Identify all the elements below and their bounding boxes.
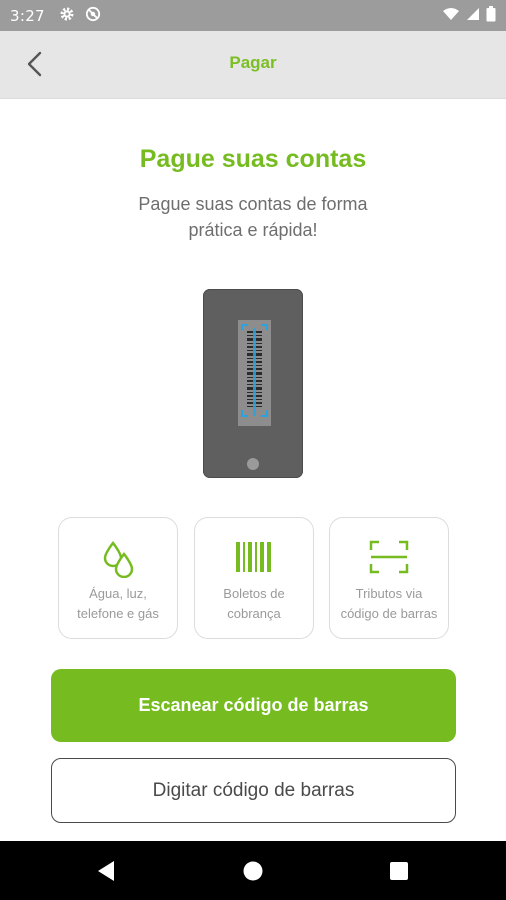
status-icons-left bbox=[59, 6, 101, 26]
scan-frame-icon bbox=[330, 540, 448, 578]
main-content: Pague suas contas Pague suas contas de f… bbox=[0, 99, 506, 841]
barcode-scan-graphic bbox=[241, 324, 268, 417]
bill-type-cards: Água, luz, telefone e gás Boletos de cob… bbox=[58, 517, 450, 641]
nav-back-icon[interactable] bbox=[93, 858, 119, 884]
barcode-icon bbox=[195, 540, 313, 578]
card-tributos[interactable]: Tributos via código de barras bbox=[329, 517, 449, 639]
card-utilities-label: Água, luz, telefone e gás bbox=[77, 586, 159, 621]
water-drops-icon bbox=[59, 540, 177, 578]
battery-icon bbox=[486, 5, 496, 26]
wifi-icon bbox=[442, 6, 460, 25]
nav-recents-icon[interactable] bbox=[386, 858, 412, 884]
status-icons-right bbox=[442, 5, 496, 26]
no-sim-icon bbox=[85, 6, 101, 26]
phone-home-button bbox=[247, 458, 259, 470]
card-boletos-label: Boletos de cobrança bbox=[223, 586, 285, 621]
status-bar: 3:27 bbox=[0, 0, 506, 31]
type-barcode-button[interactable]: Digitar código de barras bbox=[51, 758, 456, 823]
scan-barcode-button[interactable]: Escanear código de barras bbox=[51, 669, 456, 742]
phone-screen bbox=[238, 320, 271, 426]
app-bar: Pagar bbox=[0, 31, 506, 99]
subtitle: Pague suas contas de forma prática e ráp… bbox=[138, 194, 368, 240]
card-utilities[interactable]: Água, luz, telefone e gás bbox=[58, 517, 178, 639]
nav-home-icon[interactable] bbox=[240, 858, 266, 884]
status-time: 3:27 bbox=[10, 6, 45, 25]
heading: Pague suas contas bbox=[139, 145, 367, 173]
system-nav-bar bbox=[0, 841, 506, 900]
page-title: Pagar bbox=[229, 53, 277, 72]
card-tributos-label: Tributos via código de barras bbox=[340, 586, 438, 621]
card-boletos[interactable]: Boletos de cobrança bbox=[194, 517, 314, 639]
signal-icon bbox=[466, 6, 480, 25]
gear-icon bbox=[59, 6, 75, 26]
phone-illustration bbox=[203, 289, 303, 478]
